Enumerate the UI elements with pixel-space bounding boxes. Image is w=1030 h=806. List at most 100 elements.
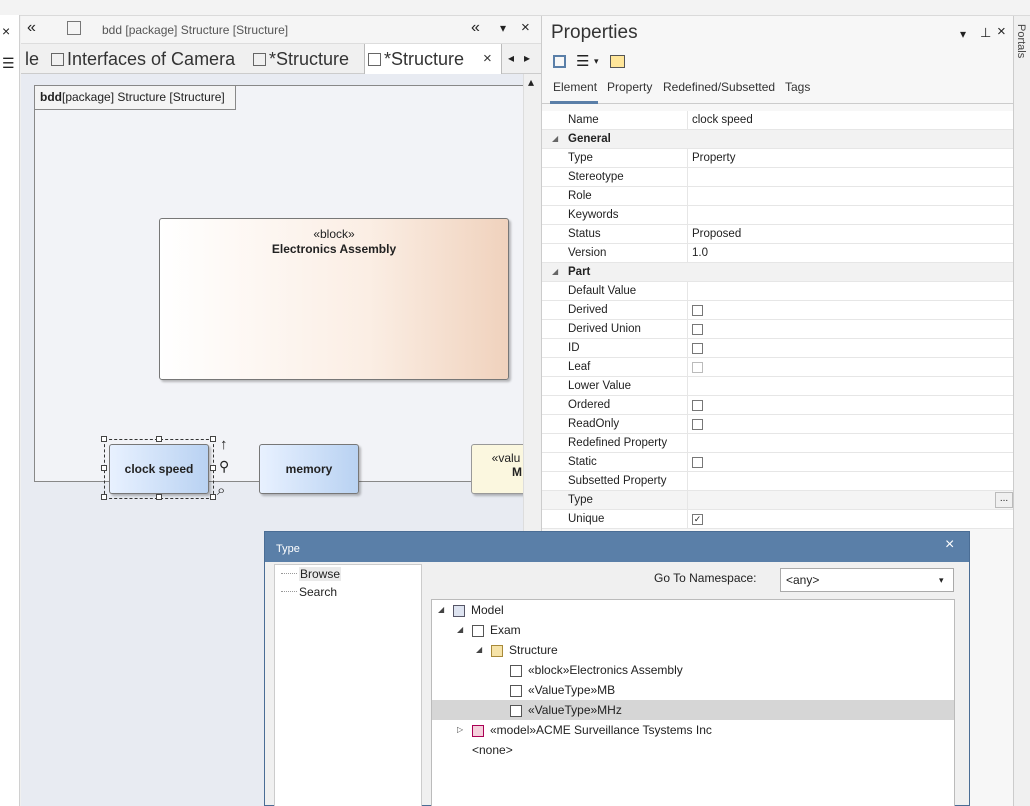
property-row[interactable]: Keywords <box>542 206 1014 225</box>
link-icon[interactable]: ⚲ <box>219 458 229 475</box>
close-icon[interactable]: × <box>2 23 10 39</box>
property-row[interactable]: Status Proposed <box>542 225 1014 244</box>
property-name: ReadOnly <box>568 418 620 430</box>
collapse-triangle-icon[interactable]: ◢ <box>552 134 558 143</box>
property-value[interactable]: 1.0 <box>692 247 708 259</box>
scroll-tabs-left-button[interactable]: « <box>27 19 36 37</box>
property-row[interactable]: Stereotype <box>542 168 1014 187</box>
property-row[interactable]: Role <box>542 187 1014 206</box>
diagram-icon <box>253 53 266 66</box>
dropdown-icon[interactable]: ▾ <box>594 56 599 67</box>
resize-handle[interactable] <box>210 436 216 442</box>
collapse-triangle-icon[interactable]: ◢ <box>552 267 558 276</box>
list-icon[interactable]: ☰ <box>576 52 589 70</box>
resize-handle[interactable] <box>101 465 107 471</box>
property-value[interactable]: Property <box>692 152 735 164</box>
property-row[interactable]: Leaf <box>542 358 1014 377</box>
property-value[interactable]: Proposed <box>692 228 741 240</box>
tab-truncated[interactable]: le <box>25 44 39 74</box>
tab-interfaces-of-camera[interactable]: Interfaces of Camera <box>51 44 235 74</box>
valuetype-block[interactable]: «valu M <box>471 444 523 494</box>
resize-handle[interactable] <box>156 436 162 442</box>
property-category[interactable]: ◢ General <box>542 130 1014 149</box>
close-tab-icon[interactable]: × <box>483 44 492 74</box>
property-row[interactable]: Lower Value <box>542 377 1014 396</box>
resize-handle[interactable] <box>101 494 107 500</box>
tree-item[interactable]: ▷ «model»ACME Surveillance Tsystems Inc <box>432 720 954 740</box>
tab-structure[interactable]: *Structure <box>253 44 349 74</box>
expand-toggle-icon[interactable]: ▷ <box>457 720 463 740</box>
property-checkbox[interactable] <box>692 419 703 430</box>
tab-redefined-subsetted[interactable]: Redefined/Subsetted <box>663 80 775 94</box>
namespace-select[interactable]: <any> ▾ <box>780 568 954 592</box>
menu-icon[interactable]: ☰ <box>2 55 15 72</box>
property-checkbox[interactable] <box>692 305 703 316</box>
property-row[interactable]: Default Value <box>542 282 1014 301</box>
save-icon[interactable] <box>553 55 566 68</box>
property-row[interactable]: ReadOnly <box>542 415 1014 434</box>
pin-icon[interactable]: ⊥ <box>980 25 991 41</box>
tree-item[interactable]: «block»Electronics Assembly <box>432 660 954 680</box>
expand-toggle-icon[interactable]: ◢ <box>438 600 444 620</box>
property-checkbox[interactable] <box>692 400 703 411</box>
close-icon[interactable]: × <box>521 19 530 36</box>
property-row[interactable]: Type... <box>542 491 1014 510</box>
scroll-up-icon[interactable]: ▴ <box>528 75 534 89</box>
resize-handle[interactable] <box>210 494 216 500</box>
property-row[interactable]: Static <box>542 453 1014 472</box>
column-separator <box>687 396 688 415</box>
property-row[interactable]: Derived Union <box>542 320 1014 339</box>
property-value[interactable]: clock speed <box>692 114 753 126</box>
portals-label[interactable]: Portals <box>1015 24 1027 58</box>
tab-structure-active[interactable]: *Structure × <box>364 44 502 74</box>
property-category[interactable]: ◢ Part <box>542 263 1014 282</box>
property-row[interactable]: Redefined Property <box>542 434 1014 453</box>
resize-handle[interactable] <box>156 494 162 500</box>
tree-item[interactable]: «ValueType»MB <box>432 680 954 700</box>
tab-element[interactable]: Element <box>553 80 597 94</box>
expand-toggle-icon[interactable]: ◢ <box>476 640 482 660</box>
property-checkbox[interactable] <box>692 343 703 354</box>
tree-item[interactable]: ◢ Model <box>432 600 954 620</box>
close-dialog-button[interactable]: × <box>945 536 954 554</box>
scroll-left-icon[interactable]: ◂ <box>508 51 514 65</box>
scroll-right-icon[interactable]: ▸ <box>524 51 530 65</box>
property-row[interactable]: Ordered <box>542 396 1014 415</box>
property-row[interactable]: Type Property <box>542 149 1014 168</box>
column-separator <box>687 320 688 339</box>
dropdown-icon[interactable]: ▾ <box>500 21 506 35</box>
tree-item[interactable]: <none> <box>432 740 954 760</box>
search-item[interactable]: Search <box>299 585 337 599</box>
resize-handle[interactable] <box>101 436 107 442</box>
tab-property[interactable]: Property <box>607 80 652 94</box>
tree-item[interactable]: «ValueType»MHz <box>432 700 954 720</box>
tree-item[interactable]: ◢ Exam <box>432 620 954 640</box>
property-row[interactable]: Unique ✓ <box>542 510 1014 529</box>
tab-tags[interactable]: Tags <box>785 80 810 94</box>
property-row[interactable]: Version 1.0 <box>542 244 1014 263</box>
browse-type-button[interactable]: ... <box>995 492 1013 508</box>
property-row[interactable]: Derived <box>542 301 1014 320</box>
property-row[interactable]: ID <box>542 339 1014 358</box>
property-checkbox[interactable] <box>692 324 703 335</box>
tree-item[interactable]: ◢ Structure <box>432 640 954 660</box>
image-icon[interactable] <box>610 55 625 68</box>
electronics-assembly-block[interactable]: «block» Electronics Assembly <box>159 218 509 380</box>
property-row[interactable]: Name clock speed <box>542 111 1014 130</box>
double-left-icon[interactable]: « <box>471 19 480 37</box>
portals-sidebar[interactable]: Portals <box>1013 16 1030 806</box>
expand-toggle-icon[interactable]: ◢ <box>457 620 463 640</box>
resize-handle[interactable] <box>210 465 216 471</box>
arrow-up-icon[interactable]: ↑ <box>220 436 228 453</box>
dropdown-icon[interactable]: ▾ <box>960 27 966 41</box>
property-row[interactable]: Subsetted Property <box>542 472 1014 491</box>
browse-item[interactable]: Browse <box>299 567 342 581</box>
close-icon[interactable]: × <box>997 23 1006 40</box>
column-separator <box>687 472 688 491</box>
property-checkbox[interactable] <box>692 457 703 468</box>
property-checkbox[interactable]: ✓ <box>692 514 703 525</box>
magnifier-icon[interactable]: ⌕ <box>217 482 225 499</box>
property-name: Ordered <box>568 399 611 411</box>
memory-part[interactable]: memory <box>259 444 359 494</box>
column-separator <box>687 415 688 434</box>
